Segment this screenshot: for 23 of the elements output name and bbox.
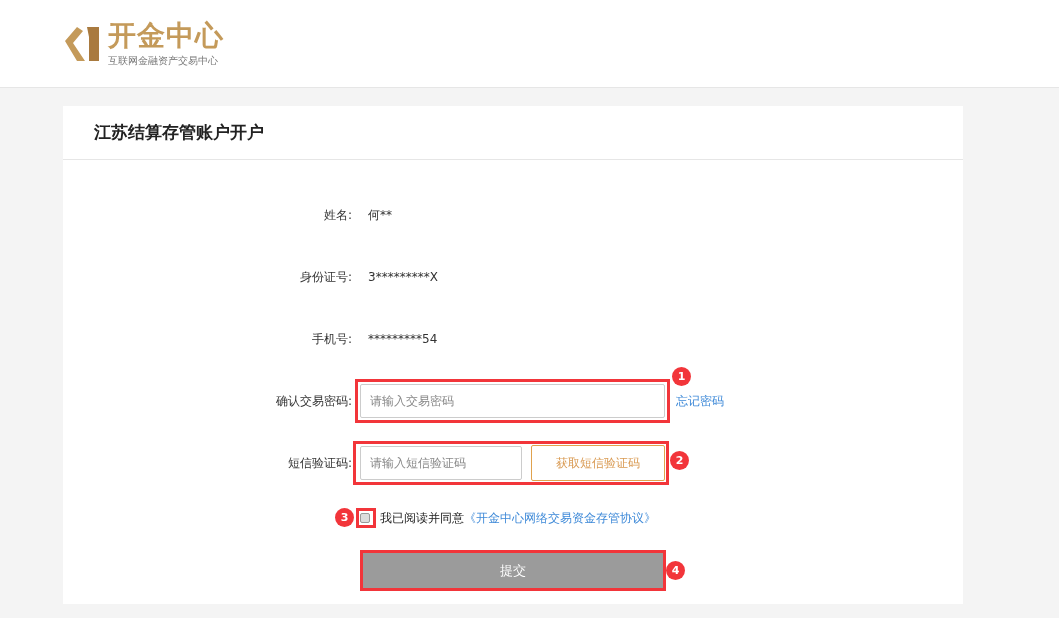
field-label: 身份证号: xyxy=(298,268,352,286)
field-label: 手机号: xyxy=(310,330,352,348)
logo-tagline: 互联网金融资产交易中心 xyxy=(108,55,219,66)
field-value: *********54 xyxy=(368,332,438,346)
annotation-badge: 1 xyxy=(672,367,691,386)
field-value: 3*********X xyxy=(368,270,438,284)
logo-icon xyxy=(63,24,101,63)
field-label: 短信验证码: xyxy=(286,454,352,472)
annotation-badge: 4 xyxy=(666,561,685,580)
sms-code-input[interactable]: 请输入短信验证码 xyxy=(360,446,522,480)
password-input[interactable]: 请输入交易密码 xyxy=(360,384,665,418)
agreement-text: 我已阅读并同意 xyxy=(380,509,464,527)
get-sms-code-button[interactable]: 获取短信验证码 xyxy=(531,445,665,481)
annotation-badge: 3 xyxy=(335,508,354,527)
field-value: 何** xyxy=(368,206,392,224)
agreement-link[interactable]: 《开金中心网络交易资金存管协议》 xyxy=(464,509,656,527)
annotation-badge: 2 xyxy=(670,451,689,470)
logo-name: 开金中心 xyxy=(108,21,224,51)
agree-checkbox[interactable] xyxy=(360,513,370,523)
field-label: 姓名: xyxy=(322,206,352,224)
card-title: 江苏结算存管账户开户 xyxy=(94,121,264,144)
field-label: 确认交易密码: xyxy=(274,392,352,410)
forgot-password-link[interactable]: 忘记密码 xyxy=(676,392,724,410)
